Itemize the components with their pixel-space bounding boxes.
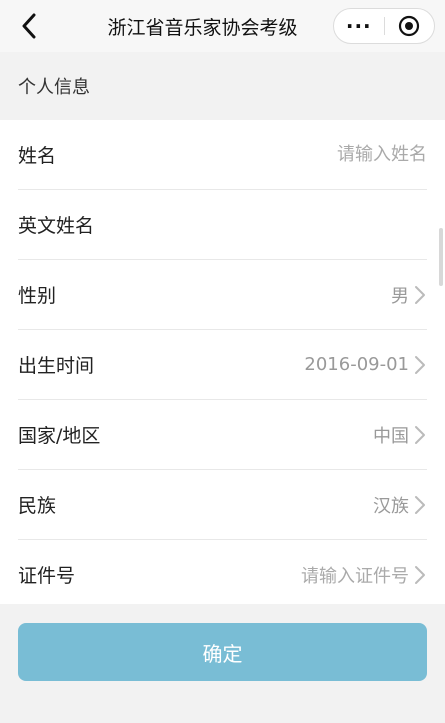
form-row-id-number[interactable]: 证件号 请输入证件号 (18, 540, 427, 609)
chevron-right-icon (415, 285, 425, 304)
birth-label: 出生时间 (18, 355, 95, 377)
navigation-bar: 浙江省音乐家协会考级 ··· (0, 0, 445, 52)
name-input[interactable] (227, 144, 427, 165)
gender-value: 男 (391, 285, 409, 307)
personal-info-form: 姓名 英文姓名 性别 男 出生时间 2016-09-01 国家/地区 (0, 120, 445, 604)
mini-program-capsule: ··· (333, 8, 435, 44)
form-row-country[interactable]: 国家/地区 中国 (18, 400, 427, 470)
id-number-label: 证件号 (18, 565, 76, 587)
close-mini-program-button[interactable] (385, 9, 435, 43)
more-dots-icon: ··· (345, 14, 372, 38)
back-arrow-icon (22, 13, 36, 39)
chevron-right-icon (415, 565, 425, 584)
form-row-english-name[interactable]: 英文姓名 (18, 190, 427, 260)
form-row-ethnicity[interactable]: 民族 汉族 (18, 470, 427, 540)
form-row-birth[interactable]: 出生时间 2016-09-01 (18, 330, 427, 400)
section-header: 个人信息 (0, 52, 445, 120)
chevron-right-icon (415, 495, 425, 514)
section-title: 个人信息 (18, 77, 90, 98)
country-label: 国家/地区 (18, 425, 101, 447)
country-value: 中国 (373, 425, 409, 447)
form-row-name[interactable]: 姓名 (18, 120, 427, 190)
chevron-right-icon (415, 425, 425, 444)
birth-value: 2016-09-01 (304, 354, 409, 375)
english-name-input[interactable] (227, 214, 427, 235)
name-label: 姓名 (18, 145, 57, 167)
ethnicity-label: 民族 (18, 495, 57, 517)
confirm-button[interactable]: 确定 (18, 623, 427, 681)
scrollbar[interactable] (439, 228, 443, 286)
ethnicity-value: 汉族 (373, 495, 409, 517)
id-number-placeholder: 请输入证件号 (301, 565, 409, 587)
more-button[interactable]: ··· (334, 9, 384, 43)
gender-label: 性别 (18, 285, 57, 307)
target-close-icon (399, 15, 420, 37)
page-title: 浙江省音乐家协会考级 (107, 16, 298, 39)
back-button[interactable] (14, 9, 44, 43)
chevron-right-icon (415, 355, 425, 374)
english-name-label: 英文姓名 (18, 215, 95, 237)
form-row-gender[interactable]: 性别 男 (18, 260, 427, 330)
